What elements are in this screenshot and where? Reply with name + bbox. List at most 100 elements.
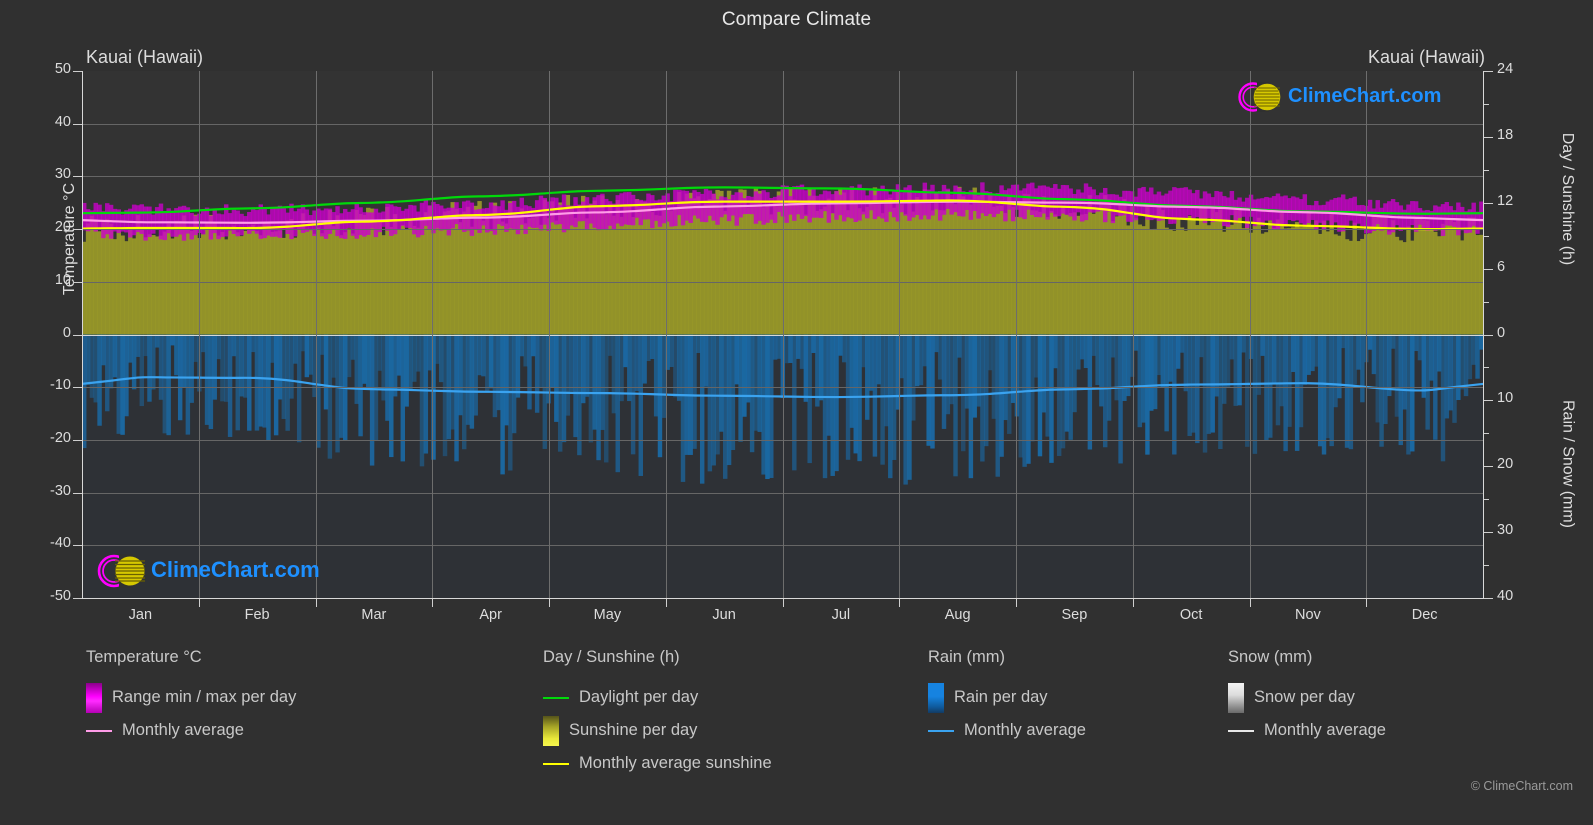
brand-logo-top: ClimeChart.com (1236, 80, 1441, 119)
legend-item[interactable]: Monthly average (1228, 714, 1386, 747)
legend-item-label: Monthly average (1264, 721, 1386, 739)
axis-title-temperature: Temperature °C (61, 182, 78, 296)
legend-item[interactable]: Monthly average (86, 714, 296, 747)
legend-group-day-sunshine: Day / Sunshine (h) Daylight per day Suns… (543, 648, 772, 780)
axis-title-rain-snow: Rain / Snow (mm) (1559, 399, 1577, 529)
axis-tick-bottom (1016, 599, 1017, 607)
axis-tick-label-right: 6 (1497, 258, 1506, 275)
axis-tick-bottom (1132, 599, 1134, 607)
legend-item-label: Daylight per day (579, 688, 699, 706)
legend-swatch-range (86, 682, 102, 713)
axis-tick-bottom (1366, 599, 1368, 607)
legend-swatch-daylight (543, 696, 569, 699)
axis-tick-label-right: 24 (1497, 61, 1514, 77)
axis-tick-left (73, 439, 82, 441)
legend-item[interactable]: Range min / max per day (86, 681, 296, 714)
axis-tick-bottom (665, 599, 667, 607)
legend-swatch-monthly-average (86, 729, 112, 732)
axis-tick-label-bottom: Oct (1179, 607, 1203, 623)
axis-tick-label-bottom: May (593, 607, 622, 623)
axis-tick-right (1484, 334, 1493, 336)
axis-tick-label-left: 50 (54, 61, 71, 77)
legend-swatch-sunshine-average (543, 762, 569, 765)
gridline-vertical (1132, 71, 1134, 598)
axis-tick-label-bottom: Aug (944, 607, 971, 623)
legend-group-title: Temperature °C (86, 648, 202, 666)
legend-item[interactable]: Rain per day (928, 681, 1086, 714)
gridline-vertical (549, 71, 550, 598)
axis-tick-bottom (1249, 599, 1251, 607)
gridline-vertical (1366, 71, 1368, 598)
legend-group-title: Day / Sunshine (h) (543, 648, 680, 666)
axis-tick-label-right: 30 (1497, 522, 1514, 539)
location-label-left: Kauai (Hawaii) (86, 47, 204, 67)
gridline-vertical (899, 71, 901, 598)
location-label-right: Kauai (Hawaii) (1367, 47, 1485, 67)
axis-tick-label-left: -30 (50, 482, 71, 499)
axis-tick-bottom (549, 599, 550, 607)
climechart-logo-icon (1238, 82, 1281, 112)
axis-tick-label-bottom: Nov (1294, 607, 1321, 623)
axis-tick-right (1484, 466, 1493, 468)
axis-tick-right (1484, 136, 1493, 138)
axis-tick-label-right: 40 (1497, 588, 1514, 604)
axis-tick-right-minor (1484, 433, 1489, 435)
axis-tick-left (73, 387, 82, 389)
legend-group-title: Snow (mm) (1228, 648, 1313, 666)
axis-tick-left (73, 71, 82, 72)
brand-logo-text: ClimeChart.com (1288, 85, 1442, 107)
legend-swatch-snow-average (1228, 729, 1254, 732)
brand-logo-text: ClimeChart.com (151, 557, 320, 582)
legend-item-label: Monthly average (964, 721, 1086, 739)
legend-item-label: Sunshine per day (569, 721, 698, 739)
axis-tick-left (73, 598, 82, 599)
axis-tick-label-left: 40 (54, 113, 71, 130)
axis-tick-right (1484, 71, 1493, 72)
axis-tick-label-right: 18 (1497, 126, 1514, 143)
axis-tick-label-left: 0 (62, 324, 71, 341)
brand-logo-bottom: ClimeChart.com (95, 552, 320, 595)
legend-item[interactable]: Monthly average (928, 714, 1086, 747)
axis-tick-label-bottom: Dec (1411, 607, 1438, 623)
axis-tick-label-right: 10 (1497, 390, 1514, 407)
axis-tick-bottom (432, 599, 434, 607)
axis-tick-label-bottom: Apr (479, 607, 502, 623)
legend-swatch-rain (928, 682, 944, 713)
gridline-vertical (198, 71, 200, 598)
axis-tick-label-left: -40 (50, 535, 71, 552)
axis-tick-label-bottom: Mar (361, 607, 387, 623)
axis-tick-bottom (198, 599, 200, 607)
legend-item[interactable]: Sunshine per day (543, 714, 772, 747)
axis-tick-label-left: -10 (50, 377, 71, 394)
legend-item[interactable]: Daylight per day (543, 681, 772, 714)
axis-tick-label-bottom: Jul (831, 607, 851, 623)
axis-tick-label-bottom: Feb (244, 607, 270, 623)
axis-tick-right-minor (1484, 499, 1489, 501)
legend-swatch-rain-average (928, 729, 954, 732)
axis-left-spine (82, 71, 83, 599)
axis-tick-right (1484, 532, 1493, 534)
axis-tick-label-bottom: Jan (128, 607, 153, 623)
axis-tick-label-left: -20 (50, 429, 71, 446)
gridline-vertical (432, 71, 434, 598)
legend-item-label: Rain per day (954, 688, 1048, 706)
legend-item-label: Snow per day (1254, 688, 1355, 706)
legend-group-snow: Snow (mm) Snow per day Monthly average (1228, 648, 1386, 747)
axis-tick-left (73, 176, 82, 178)
axis-tick-right-minor (1484, 367, 1489, 369)
legend-item[interactable]: Monthly average sunshine (543, 747, 772, 780)
legend-item-label: Range min / max per day (112, 688, 297, 706)
axis-tick-right-minor (1484, 301, 1489, 303)
axis-tick-right (1484, 202, 1493, 204)
legend-item-label: Monthly average (122, 721, 244, 739)
axis-tick-label-bottom: Sep (1061, 607, 1088, 623)
page-title: Compare Climate (721, 9, 872, 30)
gridline-vertical (1016, 71, 1017, 598)
axis-tick-right-minor (1484, 565, 1489, 567)
legend-group-temperature: Temperature °C Range min / max per day M… (86, 648, 296, 747)
axis-title-day-sunshine: Day / Sunshine (h) (1559, 132, 1576, 266)
axis-tick-left (73, 492, 82, 494)
gridline-vertical (1249, 71, 1251, 598)
axis-tick-label-right: 20 (1497, 456, 1514, 473)
legend-item[interactable]: Snow per day (1228, 681, 1386, 714)
